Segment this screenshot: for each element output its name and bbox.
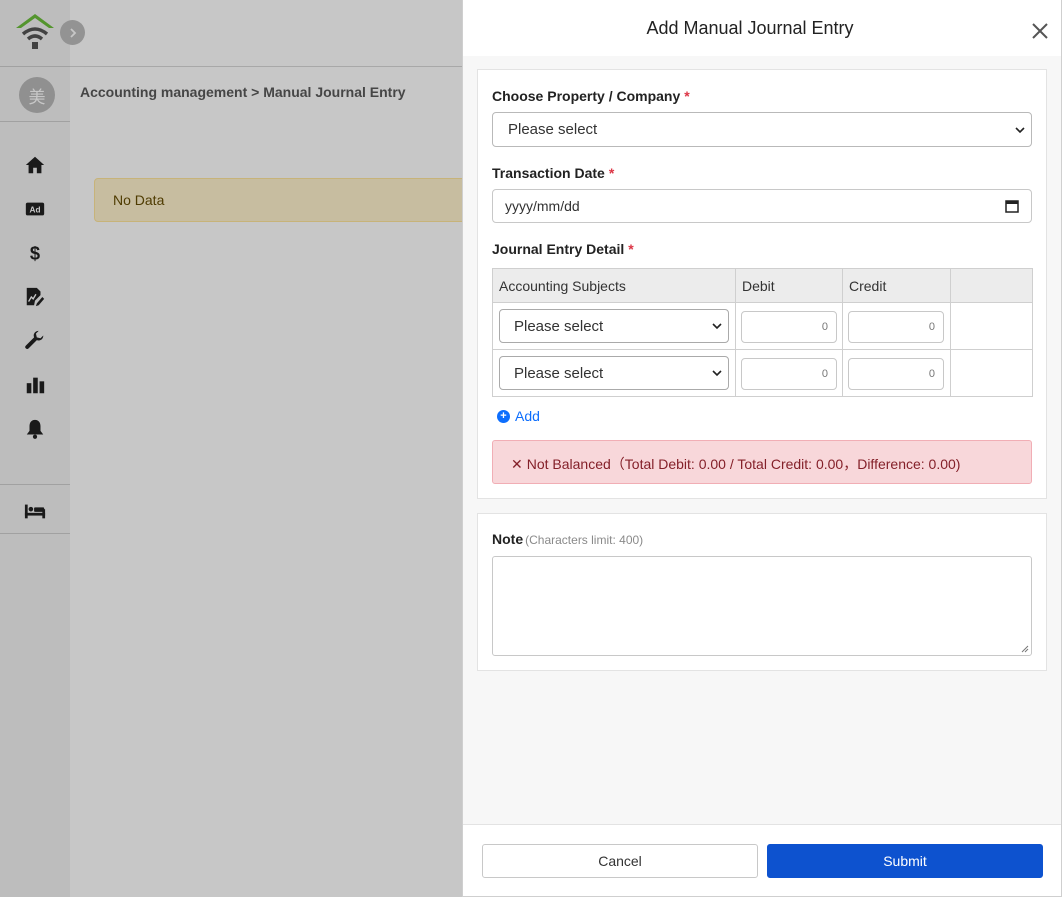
property-label: Choose Property / Company *	[492, 88, 690, 104]
subject-select-value: Please select	[514, 364, 604, 382]
add-row-label: Add	[515, 408, 540, 424]
add-row-button[interactable]: + Add	[497, 408, 540, 424]
debit-input[interactable]: 0	[741, 358, 837, 390]
required-mark: *	[608, 165, 615, 181]
subject-cell: Please select	[492, 349, 736, 397]
panel-header: Add Manual Journal Entry	[463, 0, 1061, 56]
note-hint: (Characters limit: 400)	[525, 533, 644, 547]
note-label: Note (Characters limit: 400)	[492, 531, 644, 547]
debit-input[interactable]: 0	[741, 311, 837, 343]
journal-entry-table: Accounting Subjects Debit Credit Please …	[492, 268, 1033, 397]
note-section: Note (Characters limit: 400)	[477, 513, 1047, 671]
column-header-actions	[950, 268, 1033, 303]
note-textarea[interactable]	[492, 556, 1032, 656]
transaction-date-input[interactable]: yyyy/mm/dd	[492, 189, 1032, 223]
subject-select[interactable]: Please select	[499, 356, 729, 390]
chevron-down-icon	[712, 370, 722, 377]
resize-handle-icon[interactable]	[1021, 645, 1029, 653]
journal-entry-panel: Add Manual Journal Entry Choose Property…	[462, 0, 1062, 897]
actions-cell	[950, 302, 1033, 350]
required-mark: *	[684, 88, 690, 104]
table-row: Please select 0 0	[492, 302, 1033, 350]
panel-body: Choose Property / Company * Please select…	[463, 56, 1061, 824]
cancel-button[interactable]: Cancel	[482, 844, 758, 878]
date-placeholder: yyyy/mm/dd	[505, 198, 580, 214]
table-header-row: Accounting Subjects Debit Credit	[492, 268, 1033, 303]
credit-input[interactable]: 0	[848, 358, 944, 390]
column-header-credit: Credit	[842, 268, 951, 303]
date-label: Transaction Date *	[492, 165, 615, 181]
submit-button[interactable]: Submit	[767, 844, 1043, 878]
property-select-value: Please select	[508, 121, 598, 138]
table-row: Please select 0 0	[492, 349, 1033, 397]
credit-cell: 0	[842, 302, 951, 350]
chevron-down-icon	[712, 323, 722, 330]
credit-cell: 0	[842, 349, 951, 397]
balance-alert: ✕ Not Balanced（Total Debit: 0.00 / Total …	[492, 440, 1032, 484]
column-header-subjects: Accounting Subjects	[492, 268, 736, 303]
error-x-icon: ✕	[511, 456, 523, 472]
detail-label: Journal Entry Detail *	[492, 241, 634, 257]
entry-section: Choose Property / Company * Please select…	[477, 69, 1047, 499]
panel-footer: Cancel Submit	[463, 824, 1061, 896]
close-icon[interactable]	[1029, 20, 1051, 42]
credit-input[interactable]: 0	[848, 311, 944, 343]
debit-cell: 0	[735, 302, 843, 350]
required-mark: *	[628, 241, 634, 257]
debit-cell: 0	[735, 349, 843, 397]
subject-select[interactable]: Please select	[499, 309, 729, 343]
balance-alert-text: Not Balanced（Total Debit: 0.00 / Total C…	[526, 456, 961, 472]
plus-circle-icon: +	[497, 409, 510, 423]
property-select[interactable]: Please select	[492, 112, 1032, 147]
subject-cell: Please select	[492, 302, 736, 350]
column-header-debit: Debit	[735, 268, 843, 303]
panel-title: Add Manual Journal Entry	[646, 18, 854, 38]
chevron-down-icon	[1015, 126, 1025, 133]
subject-select-value: Please select	[514, 317, 604, 335]
actions-cell	[950, 349, 1033, 397]
calendar-icon[interactable]	[1005, 199, 1019, 213]
